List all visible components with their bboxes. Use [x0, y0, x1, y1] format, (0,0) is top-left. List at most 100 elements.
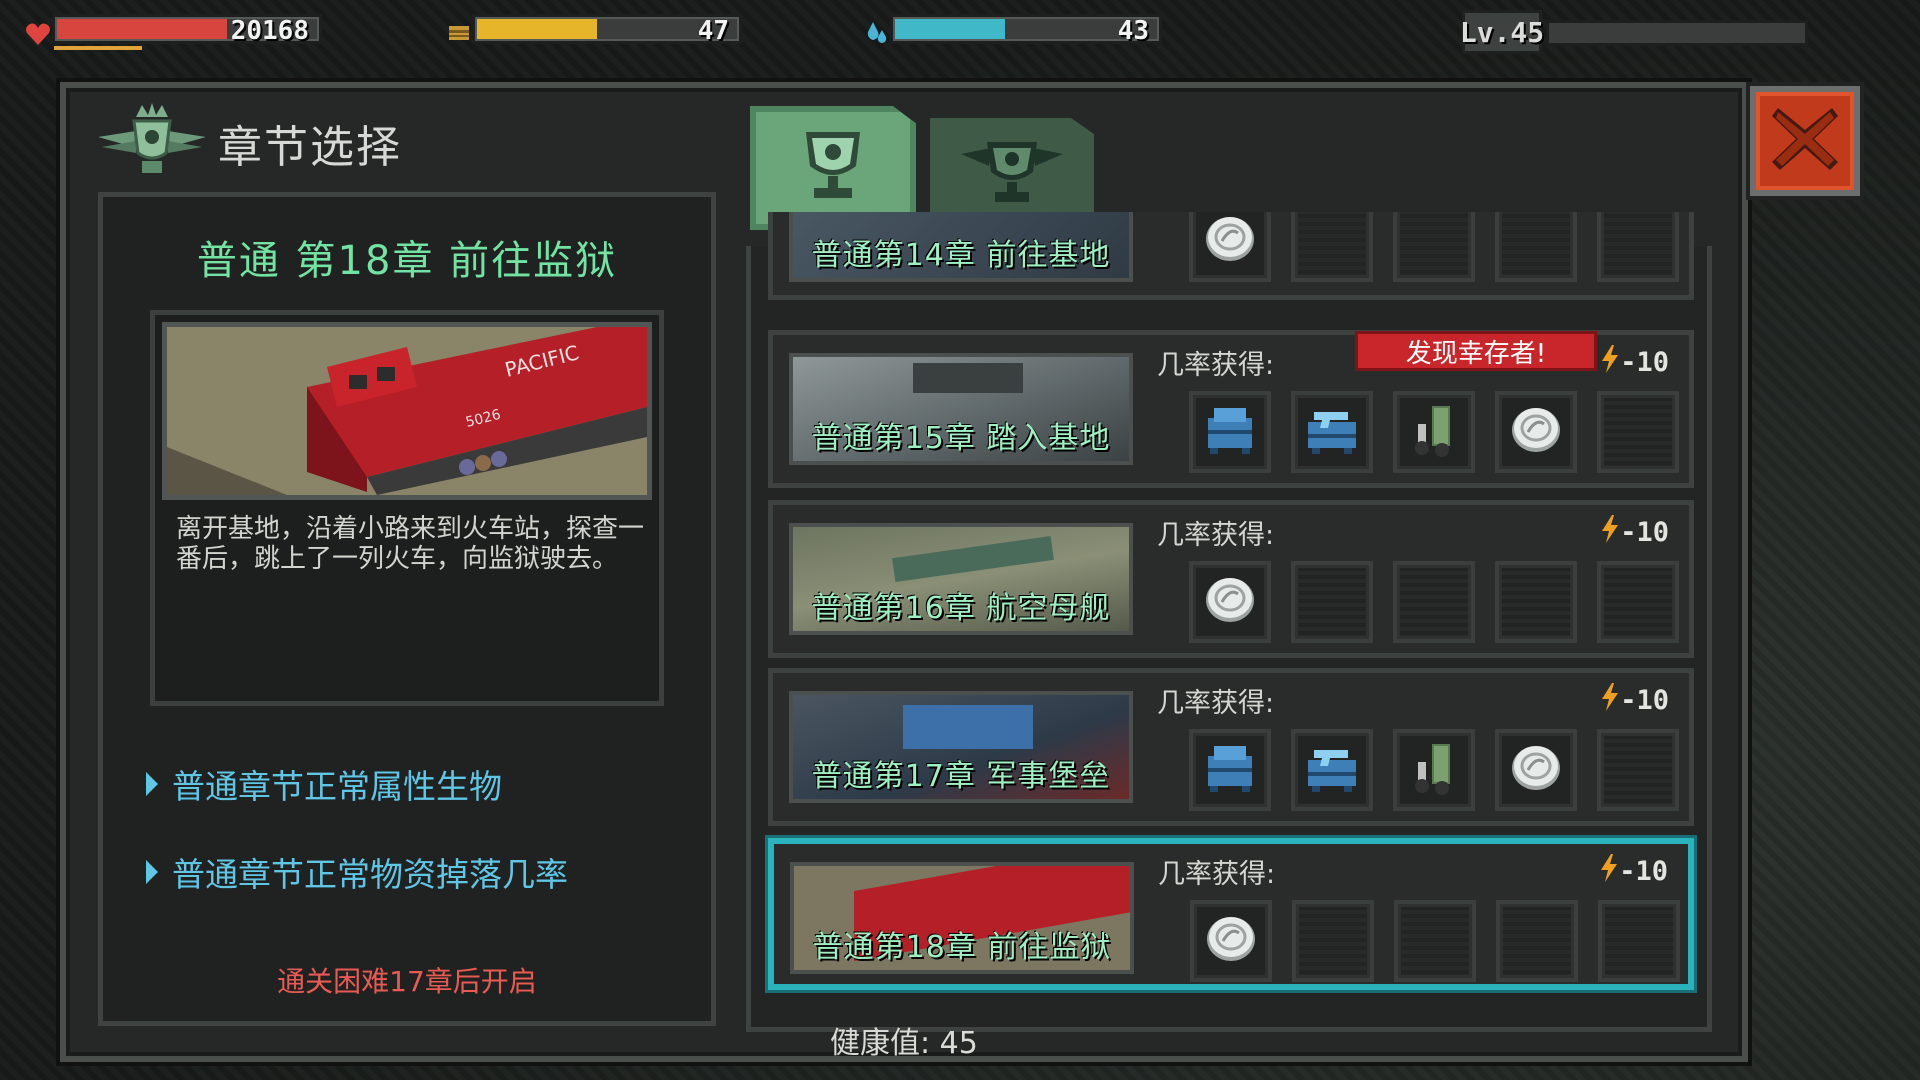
reward-slot	[1495, 729, 1577, 811]
selected-chapter-title: 普通 第18章 前往监狱	[196, 238, 618, 284]
food-value: 47	[697, 16, 729, 46]
energy-cost-value: -10	[1620, 685, 1669, 716]
energy-cost: -10	[1600, 683, 1669, 718]
lightning-icon	[1600, 515, 1620, 550]
trophy-icon	[798, 126, 868, 210]
reward-slot-empty	[1292, 900, 1374, 982]
reward-slot	[1189, 561, 1271, 643]
level-label: Lv.45	[1460, 10, 1544, 54]
energy-cost-value: -10	[1620, 517, 1669, 548]
reward-slots	[1189, 561, 1679, 643]
experience-bar	[1546, 20, 1808, 46]
reward-slot-empty	[1496, 900, 1578, 982]
reward-slot-empty	[1393, 561, 1475, 643]
chapter-row-14[interactable]: 普通第14章 前往基地	[768, 212, 1694, 300]
health-value-text: 健康值: 45	[830, 1026, 978, 1061]
lightning-icon	[1599, 854, 1619, 889]
reward-slots	[1189, 212, 1679, 282]
gun-case-icon	[1302, 400, 1362, 464]
monster-attributes-link[interactable]: 普通章节正常属性生物	[146, 760, 502, 808]
reward-slots	[1189, 391, 1679, 473]
lightning-icon	[1600, 345, 1620, 380]
reward-slot-empty	[1597, 212, 1679, 282]
reward-slot-empty	[1597, 391, 1679, 473]
reward-slot	[1189, 729, 1271, 811]
reward-slot-empty	[1291, 212, 1373, 282]
chapter-thumbnail-label: 普通第15章 踏入基地	[811, 421, 1111, 456]
chapter-thumbnail-label: 普通第14章 前往基地	[811, 238, 1111, 273]
reward-slot-empty	[1597, 729, 1679, 811]
toolbox-icon	[1200, 738, 1260, 802]
bullet-rounds-icon	[1404, 738, 1464, 802]
reward-slot-empty	[1394, 900, 1476, 982]
reward-slot	[1495, 391, 1577, 473]
chapter-thumbnail: 普通第14章 前往基地	[789, 212, 1133, 282]
reward-slot-empty	[1598, 900, 1680, 982]
reward-slot	[1291, 391, 1373, 473]
water-bar: 43	[890, 14, 1162, 46]
energy-cost: -10	[1600, 515, 1669, 550]
hp-bar: 20168	[52, 14, 322, 46]
drop-odds-label: 几率获得:	[1157, 520, 1275, 551]
energy-cost: -10	[1600, 345, 1669, 380]
food-ration-icon	[446, 20, 472, 46]
lightning-icon	[1600, 683, 1620, 718]
silver-coin-icon	[1202, 572, 1258, 632]
chapter-thumbnail-label: 普通第17章 军事堡垒	[811, 759, 1111, 794]
chapter-description: 离开基地，沿着小路来到火车站，探查一番后，跳上了一列火车，向监狱驶去。	[176, 514, 645, 574]
winged-crown-emblem-icon	[96, 101, 208, 185]
close-button[interactable]	[1750, 86, 1860, 196]
reward-slot	[1190, 900, 1272, 982]
chapter-thumbnail: 普通第18章 前往监狱	[790, 862, 1134, 974]
chapter-thumbnail: 普通第16章 航空母舰	[789, 523, 1133, 635]
energy-cost: -10	[1599, 854, 1668, 889]
monster-attributes-link-label: 普通章节正常属性生物	[172, 767, 502, 806]
silver-coin-icon	[1508, 740, 1564, 800]
reward-slot-empty	[1495, 561, 1577, 643]
triangle-right-icon	[146, 860, 158, 884]
status-hud: 20168 47 43 Lv.45	[0, 0, 1920, 64]
survivor-found-badge: 发现幸存者!	[1355, 331, 1597, 371]
chapter-row-15[interactable]: 普通第15章 踏入基地 几率获得: 发现幸存者! -10	[768, 330, 1694, 488]
chapter-row-17[interactable]: 普通第17章 军事堡垒 几率获得: -10	[768, 668, 1694, 826]
chapter-thumbnail-label: 普通第18章 前往监狱	[812, 930, 1112, 965]
hp-bar-fill	[57, 19, 228, 39]
reward-slot-empty	[1495, 212, 1577, 282]
silver-coin-icon	[1508, 402, 1564, 462]
chapter-row-16[interactable]: 普通第16章 航空母舰 几率获得: -10	[768, 500, 1694, 658]
silver-coin-icon	[1202, 212, 1258, 271]
drop-rate-link[interactable]: 普通章节正常物资掉落几率	[146, 848, 568, 896]
reward-slots	[1189, 729, 1679, 811]
water-value: 43	[1117, 16, 1149, 46]
hp-sub-bar	[54, 46, 142, 50]
triangle-right-icon	[146, 772, 158, 796]
reward-slot	[1393, 391, 1475, 473]
hp-value: 20168	[230, 16, 309, 46]
energy-cost-value: -10	[1620, 347, 1669, 378]
chapter-row-18[interactable]: 普通第18章 前往监狱 几率获得: -10	[768, 838, 1694, 990]
toolbox-icon	[1200, 400, 1260, 464]
reward-slots	[1190, 900, 1680, 982]
gun-case-icon	[1302, 738, 1362, 802]
close-icon	[1768, 102, 1842, 180]
bullet-rounds-icon	[1404, 400, 1464, 464]
panel-header: 章节选择	[96, 100, 402, 186]
silver-coin-icon	[1203, 911, 1259, 971]
reward-slot-empty	[1393, 212, 1475, 282]
reward-slot	[1393, 729, 1475, 811]
reward-slot-empty	[1291, 561, 1373, 643]
drop-odds-label: 几率获得:	[1157, 350, 1275, 381]
panel-title: 章节选择	[218, 122, 402, 173]
unlock-requirement-text: 通关困难17章后开启	[277, 965, 537, 998]
drop-odds-label: 几率获得:	[1157, 688, 1275, 719]
energy-cost-value: -10	[1619, 856, 1668, 887]
heart-icon	[24, 20, 52, 48]
reward-slot	[1189, 391, 1271, 473]
winged-trophy-icon	[957, 136, 1067, 214]
chapter-preview-image: PACIFIC 5026	[162, 322, 652, 500]
water-drop-icon	[864, 20, 890, 46]
water-bar-fill	[895, 19, 1006, 39]
reward-slot	[1291, 729, 1373, 811]
chapter-thumbnail: 普通第15章 踏入基地	[789, 353, 1133, 465]
drop-odds-label: 几率获得:	[1158, 859, 1276, 890]
